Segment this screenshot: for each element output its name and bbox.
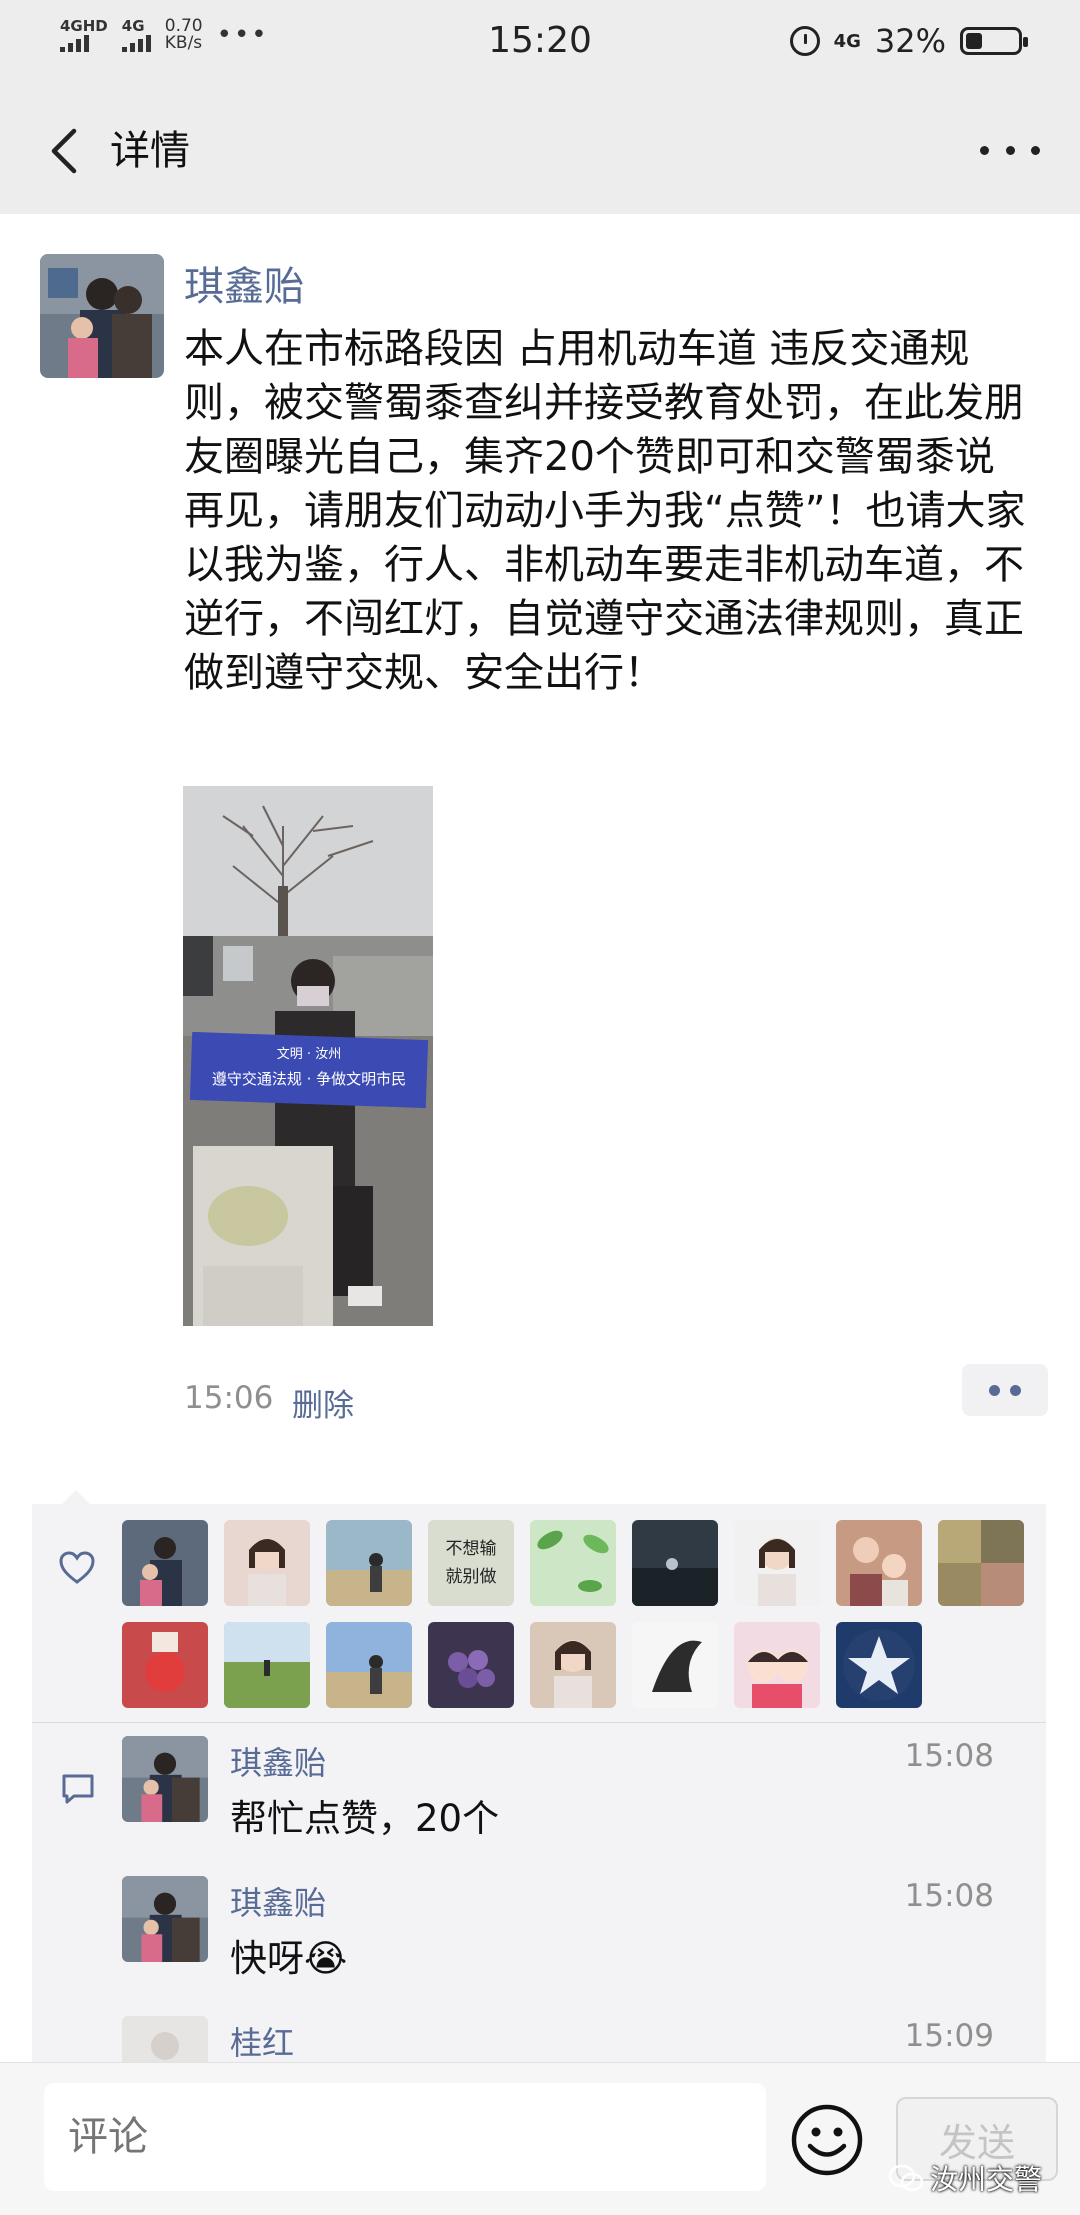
liker-avatar[interactable] [938, 1520, 1024, 1606]
comment-author[interactable]: 桂红 [230, 2018, 294, 2064]
banner-line-1: 文明 · 汝州 [277, 1047, 341, 1062]
comment-bubble-icon [62, 1774, 94, 1804]
liker-avatar[interactable] [224, 1520, 310, 1606]
comment-time: 15:09 [904, 2018, 994, 2054]
divider [32, 1722, 1046, 1723]
comment-time: 15:08 [904, 1738, 994, 1774]
svg-text:就别做: 就别做 [446, 1567, 497, 1587]
more-dots-icon[interactable] [980, 130, 1040, 170]
battery-percent: 32% [874, 22, 946, 60]
comment-time: 15:08 [904, 1878, 994, 1914]
liker-avatar[interactable] [836, 1520, 922, 1606]
more-actions-button[interactable] [962, 1364, 1048, 1416]
post-text: 本人在市标路段因 占用机动车道 违反交通规则，被交警蜀黍查纠并接受教育处罚，在此… [184, 326, 1026, 696]
liker-avatar[interactable] [122, 1520, 208, 1606]
likers-grid: 不想输 就别做 [122, 1520, 1042, 1708]
liker-avatar[interactable] [224, 1622, 310, 1708]
alarm-icon [789, 26, 820, 56]
liker-avatar[interactable] [836, 1622, 922, 1708]
comment-item[interactable]: 琪鑫贻 15:08 帮忙点赞，20个 [122, 1736, 1022, 1866]
network-type: 4G [833, 30, 861, 52]
watermark: 汝州交警 [888, 2158, 1042, 2198]
liker-avatar[interactable] [734, 1622, 820, 1708]
comment-text: 帮忙点赞，20个 [230, 1797, 500, 1840]
status-bar: 4GHD 4G 0.70 KB/s ••• 15:20 4G 32% [0, 0, 1080, 88]
liker-avatar[interactable]: 不想输 就别做 [428, 1520, 514, 1606]
battery-level [966, 33, 982, 49]
comment-text: 快呀😭 [230, 1937, 348, 1980]
delete-button[interactable]: 删除 [292, 1380, 354, 1425]
poster-avatar[interactable] [40, 254, 164, 378]
liker-avatar[interactable] [734, 1520, 820, 1606]
nav-bar: 详情 [0, 88, 1080, 214]
comment-item[interactable]: 琪鑫贻 15:08 快呀😭 [122, 1876, 1022, 2006]
liker-avatar[interactable] [326, 1622, 412, 1708]
liker-avatar[interactable] [428, 1622, 514, 1708]
heart-outline-icon [59, 1551, 95, 1584]
liker-avatar[interactable] [632, 1520, 718, 1606]
watermark-text: 汝州交警 [930, 2163, 1043, 2196]
panel-caret [62, 1490, 90, 1504]
battery-icon [960, 27, 1028, 55]
liker-avatar[interactable] [530, 1622, 616, 1708]
liker-avatar[interactable] [326, 1520, 412, 1606]
chevron-left-icon[interactable] [38, 123, 94, 179]
comment-author[interactable]: 琪鑫贻 [230, 1738, 326, 1784]
liker-avatar[interactable] [632, 1622, 718, 1708]
comment-avatar[interactable] [122, 1876, 208, 1962]
comment-avatar[interactable] [122, 1736, 208, 1822]
post-photo[interactable]: 文明 · 汝州 遵守交通法规 · 争做文明市民 [183, 786, 433, 1326]
poster-name[interactable]: 琪鑫贻 [184, 254, 304, 312]
likes-comments-panel: 不想输 就别做 琪鑫贻 15:08 帮忙点赞，20个 琪鑫贻 15:08 快呀😭 … [32, 1504, 1046, 2102]
post-time: 15:06 [184, 1380, 274, 1416]
comment-input[interactable] [44, 2083, 766, 2191]
comment-author[interactable]: 琪鑫贻 [230, 1878, 326, 1924]
liker-avatar[interactable] [122, 1622, 208, 1708]
liker-avatar[interactable] [530, 1520, 616, 1606]
banner-line-2: 遵守交通法规 · 争做文明市民 [212, 1070, 406, 1088]
svg-text:不想输: 不想输 [446, 1539, 497, 1559]
page-title: 详情 [110, 128, 190, 174]
wechat-icon [888, 2164, 924, 2192]
smiley-icon[interactable] [790, 2103, 864, 2177]
